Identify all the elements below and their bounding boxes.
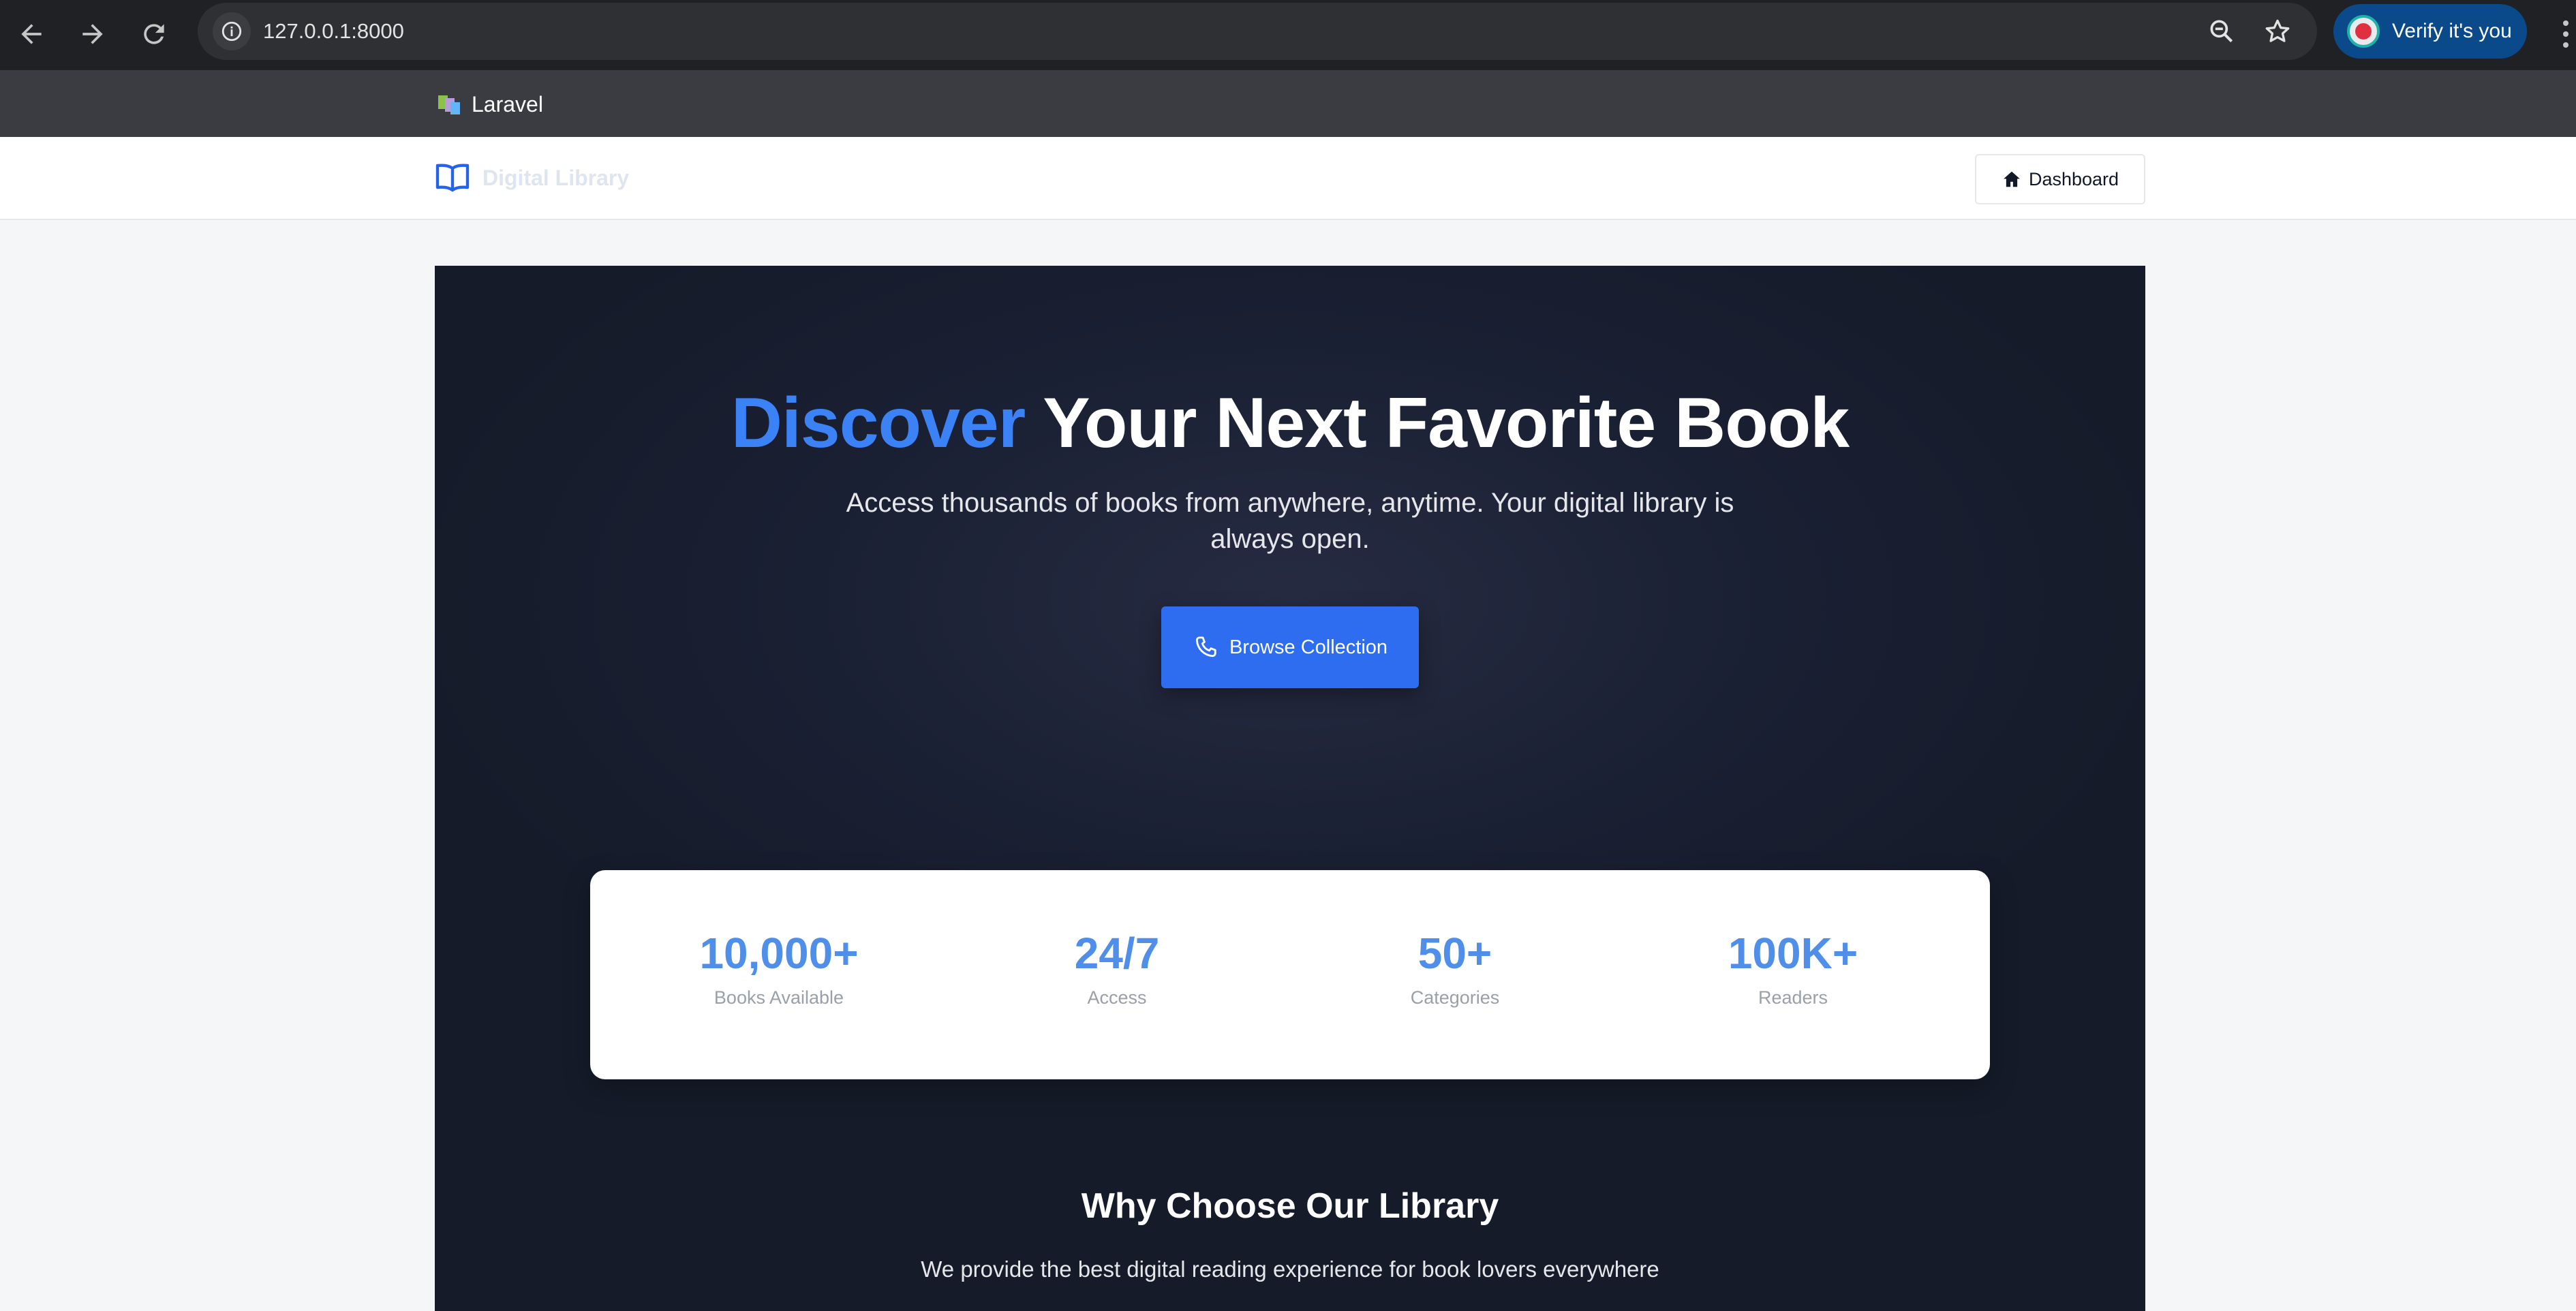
bookmark-button[interactable] [2261, 15, 2294, 48]
browser-toolbar: 127.0.0.1:8000 Verify it's you [0, 0, 2576, 70]
back-button[interactable] [11, 14, 52, 55]
stats-card: 10,000+ Books Available 24/7 Access 50+ … [590, 870, 1990, 1079]
stat-value: 50+ [1417, 929, 1492, 978]
stat-access: 24/7 Access [947, 929, 1287, 1008]
address-bar[interactable]: 127.0.0.1:8000 [198, 3, 2317, 60]
brand-name: Digital Library [482, 165, 630, 190]
reload-icon [144, 24, 164, 44]
zoom-button[interactable] [2205, 15, 2238, 48]
stat-label: Books Available [714, 987, 844, 1008]
app-header: Digital Library Dashboard [0, 137, 2576, 220]
forward-icon [82, 24, 103, 44]
stat-readers: 100K+ Readers [1623, 929, 1963, 1008]
stat-value: 24/7 [1074, 929, 1160, 978]
reload-button[interactable] [134, 14, 174, 55]
browse-collection-button[interactable]: Browse Collection [1161, 606, 1419, 688]
open-book-icon [435, 161, 470, 194]
forward-button[interactable] [72, 14, 113, 55]
home-icon [2004, 171, 2020, 187]
hero-title: Discover Your Next Favorite Book [435, 383, 2145, 464]
phone-icon [1195, 636, 1216, 658]
stat-label: Readers [1758, 987, 1828, 1008]
site-info-button[interactable] [213, 12, 251, 50]
dashboard-button[interactable]: Dashboard [1975, 154, 2145, 204]
tab-title[interactable]: Laravel [472, 70, 543, 137]
hero-subtitle: Access thousands of books from anywhere,… [846, 488, 1734, 554]
stat-value: 100K+ [1728, 929, 1858, 978]
site-info-icon [221, 21, 242, 42]
stat-books: 10,000+ Books Available [609, 929, 949, 1008]
zoom-icon [2210, 20, 2233, 43]
laravel-favicon-icon [438, 95, 460, 114]
profile-avatar [2347, 15, 2380, 48]
hero-section: Discover Your Next Favorite Book Access … [435, 266, 2145, 1311]
verify-profile-chip[interactable]: Verify it's you [2333, 4, 2527, 59]
menu-kebab-icon[interactable] [2556, 15, 2576, 53]
stat-value: 10,000+ [699, 929, 859, 978]
back-icon [21, 24, 42, 44]
why-choose-title: Why Choose Our Library [1081, 1186, 1499, 1226]
hero-title-rest: Your Next Favorite Book [1043, 384, 1850, 463]
bookmark-star-icon [2265, 19, 2290, 42]
hero-title-accent: Discover [731, 384, 1026, 463]
stat-label: Categories [1410, 987, 1500, 1008]
stat-categories: 50+ Categories [1285, 929, 1625, 1008]
browse-collection-label: Browse Collection [1229, 636, 1388, 658]
why-choose-subtitle: We provide the best digital reading expe… [921, 1256, 1659, 1282]
tab-bar: Laravel [0, 70, 2576, 137]
brand-link[interactable]: Digital Library [435, 161, 629, 194]
stat-label: Access [1087, 987, 1147, 1008]
verify-label: Verify it's you [2392, 20, 2512, 42]
url-text[interactable]: 127.0.0.1:8000 [263, 3, 404, 60]
dashboard-label: Dashboard [2028, 168, 2119, 189]
